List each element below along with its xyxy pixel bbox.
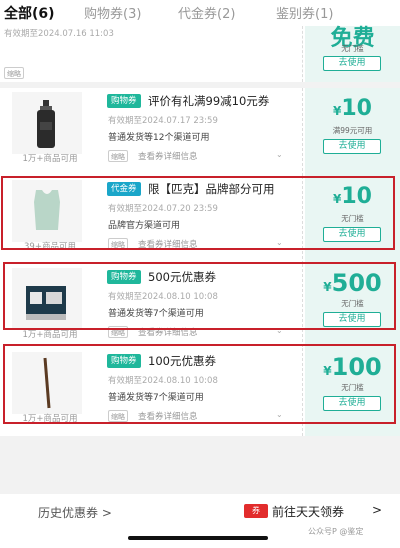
chevron-down-icon[interactable]: ⌄ xyxy=(276,410,283,419)
coupon-amount: ¥500 xyxy=(305,269,400,297)
coupon-title: 限【匹克】品牌部分可用 xyxy=(148,182,275,196)
coupon-condition: 满99元可用 xyxy=(332,126,373,135)
coupon-amount-value: 10 xyxy=(341,96,372,121)
available-products: 1万+商品可用 xyxy=(22,414,78,424)
coupon-condition: 无门槛 xyxy=(341,299,364,308)
available-products: 1万+商品可用 xyxy=(22,330,78,340)
coupon-condition: 无门槛 xyxy=(341,214,364,223)
coupon-expiry: 有效期至2024.08.10 10:08 xyxy=(108,292,218,302)
tab-shopping-coupon[interactable]: 购物券(3) xyxy=(84,3,141,22)
coupon-divider xyxy=(302,348,303,436)
chevron-down-icon[interactable]: ⌄ xyxy=(276,326,283,335)
coupon-amount-value: 10 xyxy=(341,184,372,209)
coupon-expiry: 有效期至2024.07.16 11:03 xyxy=(4,29,114,39)
watermark: 公众号P @鉴定 xyxy=(308,527,364,536)
use-coupon-button[interactable]: 去使用 xyxy=(323,227,381,242)
coupon-amount-value: 500 xyxy=(331,269,382,297)
coupon-channels: 品牌官方渠道可用 xyxy=(108,221,181,231)
get-coupons-link[interactable]: 前往天天领券 xyxy=(272,503,344,520)
currency-symbol: ¥ xyxy=(323,364,332,378)
coupon-channels: 普通发货等12个渠道可用 xyxy=(108,133,210,143)
coupon-amount-value: 100 xyxy=(331,353,382,381)
coupon-divider xyxy=(302,26,303,82)
coupon-expiry: 有效期至2024.08.10 10:08 xyxy=(108,376,218,386)
coupon-card: 1万+商品可用 购物券 评价有礼满99减10元券 有效期至2024.07.17 … xyxy=(0,88,400,176)
coupon-divider xyxy=(302,88,303,176)
collapse-tag: 缩略 xyxy=(108,238,128,250)
view-details-link[interactable]: 查看券详细信息 xyxy=(138,150,198,162)
coupon-card-free: 有效期至2024.07.16 11:03 缩略 免费 无门槛 去使用 xyxy=(0,26,400,82)
view-details-link[interactable]: 查看券详细信息 xyxy=(138,238,198,250)
coupon-expiry: 有效期至2024.07.20 23:59 xyxy=(108,204,218,214)
collapse-tag: 缩略 xyxy=(4,67,24,79)
coupon-title: 评价有礼满99减10元券 xyxy=(148,94,270,108)
home-indicator xyxy=(128,536,268,540)
coupon-condition: 无门槛 xyxy=(341,383,364,392)
coupon-type-badge: 代金券 xyxy=(107,182,141,196)
coupon-type-badge: 购物券 xyxy=(107,94,141,108)
coupon-value-panel: 免费 无门槛 去使用 xyxy=(305,26,400,82)
coupon-type-badge: 购物券 xyxy=(107,354,141,368)
coupon-expiry: 有效期至2024.07.17 23:59 xyxy=(108,116,218,126)
use-coupon-button[interactable]: 去使用 xyxy=(323,312,381,327)
coupon-channels: 普通发货等7个渠道可用 xyxy=(108,309,204,319)
coupon-card: 1万+商品可用 购物券 100元优惠券 有效期至2024.08.10 10:08… xyxy=(0,348,400,436)
coupon-amount: ¥10 xyxy=(305,184,400,209)
available-products: 39+商品可用 xyxy=(24,242,76,252)
coupon-value-panel: ¥10 满99元可用 去使用 xyxy=(305,88,400,176)
tank-top-icon[interactable] xyxy=(12,180,82,242)
coupon-condition: 无门槛 xyxy=(341,44,364,53)
coupon-card: 1万+商品可用 购物券 500元优惠券 有效期至2024.08.10 10:08… xyxy=(0,264,400,352)
coupon-type-badge: 购物券 xyxy=(107,270,141,284)
use-coupon-button[interactable]: 去使用 xyxy=(323,396,381,411)
collapse-tag: 缩略 xyxy=(108,150,128,162)
stick-icon[interactable] xyxy=(12,352,82,414)
coupon-value-panel: ¥100 无门槛 去使用 xyxy=(305,348,400,436)
use-coupon-button[interactable]: 去使用 xyxy=(323,139,381,154)
collapse-tag: 缩略 xyxy=(108,326,128,338)
view-details-link[interactable]: 查看券详细信息 xyxy=(138,410,198,422)
coupon-divider xyxy=(302,176,303,264)
tab-voucher[interactable]: 代金券(2) xyxy=(178,3,235,22)
coupon-title: 100元优惠券 xyxy=(148,354,216,368)
history-coupons-link[interactable]: 历史优惠券 > xyxy=(38,504,112,521)
coupon-channels: 普通发货等7个渠道可用 xyxy=(108,393,204,403)
coupon-value-panel: ¥500 无门槛 去使用 xyxy=(305,264,400,352)
chevron-down-icon[interactable]: ⌄ xyxy=(276,150,283,159)
currency-symbol: ¥ xyxy=(323,280,332,294)
coupon-card: 39+商品可用 代金券 限【匹克】品牌部分可用 有效期至2024.07.20 2… xyxy=(0,176,400,264)
chevron-right-icon[interactable]: > xyxy=(372,503,382,517)
coupon-ticket-icon: 券 xyxy=(244,504,268,518)
coupon-divider xyxy=(302,264,303,352)
shampoo-bottle-icon[interactable] xyxy=(12,92,82,154)
coupon-value-panel: ¥10 无门槛 去使用 xyxy=(305,176,400,264)
collapse-tag: 缩略 xyxy=(108,410,128,422)
bottom-bar: 历史优惠券 > 券 前往天天领券 > 公众号P @鉴定 xyxy=(0,494,400,548)
available-products: 1万+商品可用 xyxy=(22,154,78,164)
coupon-title: 500元优惠券 xyxy=(148,270,216,284)
chevron-down-icon[interactable]: ⌄ xyxy=(276,238,283,247)
coupon-amount: ¥100 xyxy=(305,353,400,381)
use-coupon-button[interactable]: 去使用 xyxy=(323,56,381,71)
tab-all[interactable]: 全部(6) xyxy=(4,3,55,23)
coupon-amount: ¥10 xyxy=(305,96,400,121)
gift-box-icon[interactable] xyxy=(12,268,82,330)
view-details-link[interactable]: 查看券详细信息 xyxy=(138,326,198,338)
